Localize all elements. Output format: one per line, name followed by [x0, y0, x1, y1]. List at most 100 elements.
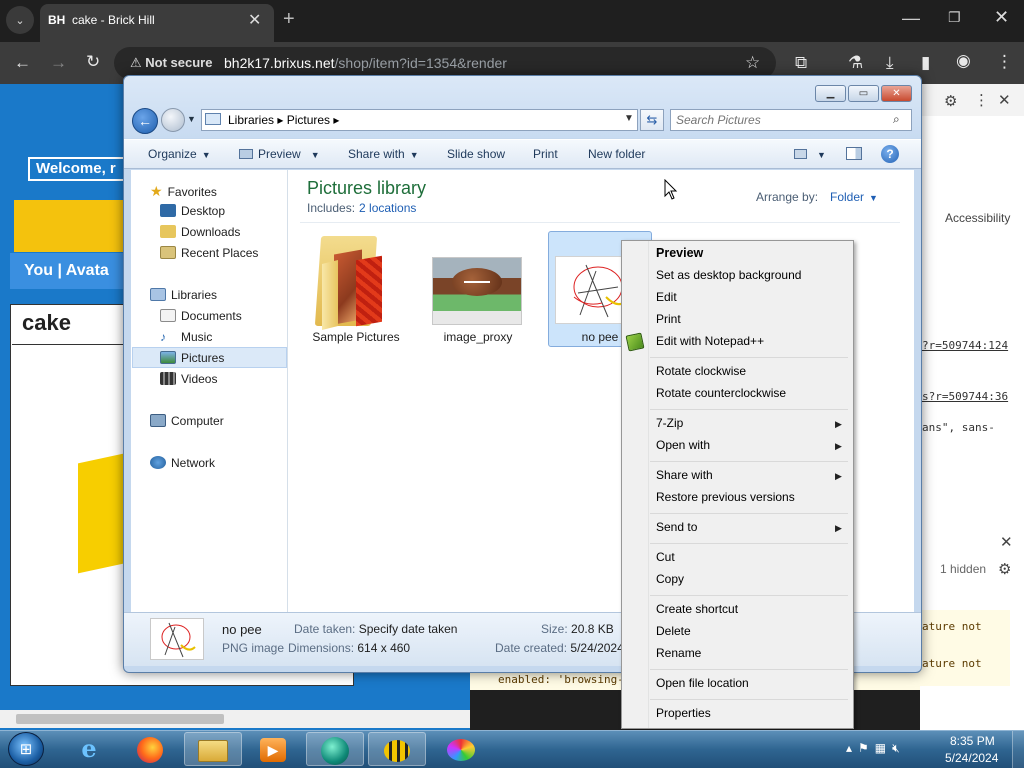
menu-item-7zip[interactable]: 7-Zip [656, 416, 683, 430]
nav-downloads[interactable]: Downloads [160, 225, 240, 239]
nav-pictures[interactable]: Pictures [160, 351, 224, 365]
refresh-button[interactable]: ⇆ [640, 109, 664, 131]
menu-item-rotate-counterclockwise[interactable]: Rotate counterclockwise [656, 386, 786, 400]
print-button[interactable]: Print [533, 147, 558, 161]
tab-close-icon[interactable]: ✕ [248, 10, 261, 30]
change-view-button[interactable]: ▼ [794, 147, 826, 161]
gear-icon[interactable]: ⚙ [944, 92, 957, 110]
taskbar-firefox[interactable] [121, 732, 179, 766]
taskbar-chrome-app[interactable] [306, 732, 364, 766]
reload-icon[interactable]: ↻ [86, 52, 100, 72]
not-secure-indicator[interactable]: ⚠ Not secure [130, 55, 212, 71]
window-restore-icon[interactable]: ❐ [948, 9, 961, 26]
network-icon [150, 456, 166, 469]
menu-item-delete[interactable]: Delete [656, 624, 691, 638]
close-icon[interactable]: ✕ [1000, 533, 1013, 551]
explorer-maximize-button[interactable]: ▭ [848, 85, 879, 102]
menu-item-copy[interactable]: Copy [656, 572, 684, 586]
share-with-button[interactable]: Share with ▼ [348, 147, 419, 161]
taskbar-internet-explorer[interactable]: e [60, 732, 118, 766]
scrollbar-thumb[interactable] [16, 714, 224, 724]
arrange-by-dropdown[interactable]: Folder ▼ [830, 190, 878, 204]
nav-favorites[interactable]: ★ Favorites [150, 183, 217, 200]
menu-item-preview[interactable]: Preview [656, 246, 703, 260]
menu-item-rotate-clockwise[interactable]: Rotate clockwise [656, 364, 746, 378]
taskbar-file-explorer[interactable] [184, 732, 242, 766]
taskbar-bee-app[interactable] [368, 732, 426, 766]
site-navbar[interactable]: You | Avata [10, 253, 140, 289]
nav-computer[interactable]: Computer [150, 414, 224, 428]
nav-libraries[interactable]: Libraries [150, 288, 217, 302]
menu-item-create-shortcut[interactable]: Create shortcut [656, 602, 738, 616]
preview-pane-icon[interactable] [846, 147, 862, 161]
help-icon[interactable]: ? [881, 145, 899, 163]
locations-link[interactable]: 2 locations [359, 201, 416, 215]
menu-item-open-with[interactable]: Open with [656, 438, 710, 452]
extensions-icon[interactable]: ⧉ [795, 53, 807, 73]
breadcrumb[interactable]: Libraries ▸ Pictures ▸ [228, 113, 339, 127]
side-panel-icon[interactable]: ▮ [921, 53, 930, 73]
menu-item-print[interactable]: Print [656, 312, 681, 326]
details-file-type: PNG image [222, 641, 285, 655]
clock-time[interactable]: 8:35 PM [950, 734, 995, 748]
forward-arrow-icon[interactable]: → [50, 53, 67, 73]
source-link[interactable]: s?r=509744:36 [922, 390, 1008, 403]
search-input[interactable] [676, 111, 886, 129]
tab-search-button[interactable]: ⌄ [6, 6, 34, 34]
date-taken-value[interactable]: Specify date taken [359, 622, 458, 636]
new-tab-icon[interactable]: + [283, 8, 295, 31]
menu-item-edit-notepad-plus-plus[interactable]: Edit with Notepad++ [656, 334, 764, 348]
nav-documents[interactable]: Documents [160, 309, 242, 323]
system-tray[interactable]: ▴⚑▦🔇︎ [846, 741, 906, 756]
menu-item-edit[interactable]: Edit [656, 290, 677, 304]
bookmark-star-icon[interactable]: ☆ [745, 53, 760, 73]
devtools-tab-accessibility[interactable]: Accessibility [945, 211, 1010, 225]
menu-item-cut[interactable]: Cut [656, 550, 675, 564]
window-minimize-icon[interactable]: — [902, 8, 920, 29]
show-desktop-button[interactable] [1012, 731, 1024, 768]
address-history-dropdown[interactable]: ▼ [624, 113, 634, 124]
nav-videos[interactable]: Videos [160, 372, 217, 386]
close-icon[interactable]: ✕ [998, 91, 1011, 109]
back-arrow-icon: ← [138, 113, 152, 129]
clock-date[interactable]: 5/24/2024 [945, 751, 998, 765]
menu-dots-icon[interactable]: ⋮ [974, 91, 989, 109]
search-icon[interactable]: ⌕ [893, 112, 900, 127]
taskbar-media-player[interactable]: ▶ [244, 732, 302, 766]
menu-dots-icon[interactable]: ⋮ [996, 52, 1013, 72]
nav-music[interactable]: ♪ Music [160, 330, 212, 344]
recent-pages-dropdown[interactable]: ▼ [187, 114, 196, 124]
taskbar-paint[interactable] [432, 732, 490, 766]
window-close-icon[interactable]: ✕ [994, 7, 1009, 28]
nav-network[interactable]: Network [150, 456, 215, 470]
site-logo[interactable] [14, 200, 124, 252]
slide-show-button[interactable]: Slide show [447, 147, 505, 161]
back-arrow-icon[interactable]: ← [14, 53, 31, 73]
organize-button[interactable]: Organize ▼ [148, 147, 211, 161]
start-button[interactable]: ⊞ [8, 732, 44, 766]
menu-item-share-with[interactable]: Share with [656, 468, 713, 482]
preview-button[interactable]: Preview ▼ [239, 147, 320, 161]
menu-item-open-file-location[interactable]: Open file location [656, 676, 749, 690]
source-link[interactable]: ?r=509744:124 [922, 339, 1008, 352]
explorer-close-button[interactable]: ✕ [881, 85, 912, 102]
menu-item-send-to[interactable]: Send to [656, 520, 697, 534]
back-button[interactable]: ← [132, 108, 158, 134]
folder-preview-photo [356, 255, 382, 327]
menu-item-rename[interactable]: Rename [656, 646, 701, 660]
gear-icon[interactable]: ⚙ [998, 560, 1011, 578]
menu-item-set-desktop-background[interactable]: Set as desktop background [656, 268, 801, 282]
forward-button[interactable] [161, 108, 185, 132]
nav-recent-places[interactable]: Recent Places [160, 246, 258, 260]
notepad-plus-plus-icon [625, 332, 645, 352]
explorer-minimize-button[interactable]: ▁ [815, 85, 846, 102]
menu-item-restore-previous-versions[interactable]: Restore previous versions [656, 490, 795, 504]
download-icon[interactable]: ⤓ [886, 53, 894, 73]
profile-avatar-icon[interactable]: ◉ [956, 51, 971, 71]
desktop-icon [160, 204, 176, 217]
new-folder-button[interactable]: New folder [588, 147, 645, 161]
menu-item-properties[interactable]: Properties [656, 706, 711, 720]
nav-desktop[interactable]: Desktop [160, 204, 225, 218]
url-text[interactable]: bh2k17.brixus.net/shop/item?id=1354&rend… [224, 55, 507, 71]
labs-flask-icon[interactable]: ⚗ [848, 53, 863, 73]
